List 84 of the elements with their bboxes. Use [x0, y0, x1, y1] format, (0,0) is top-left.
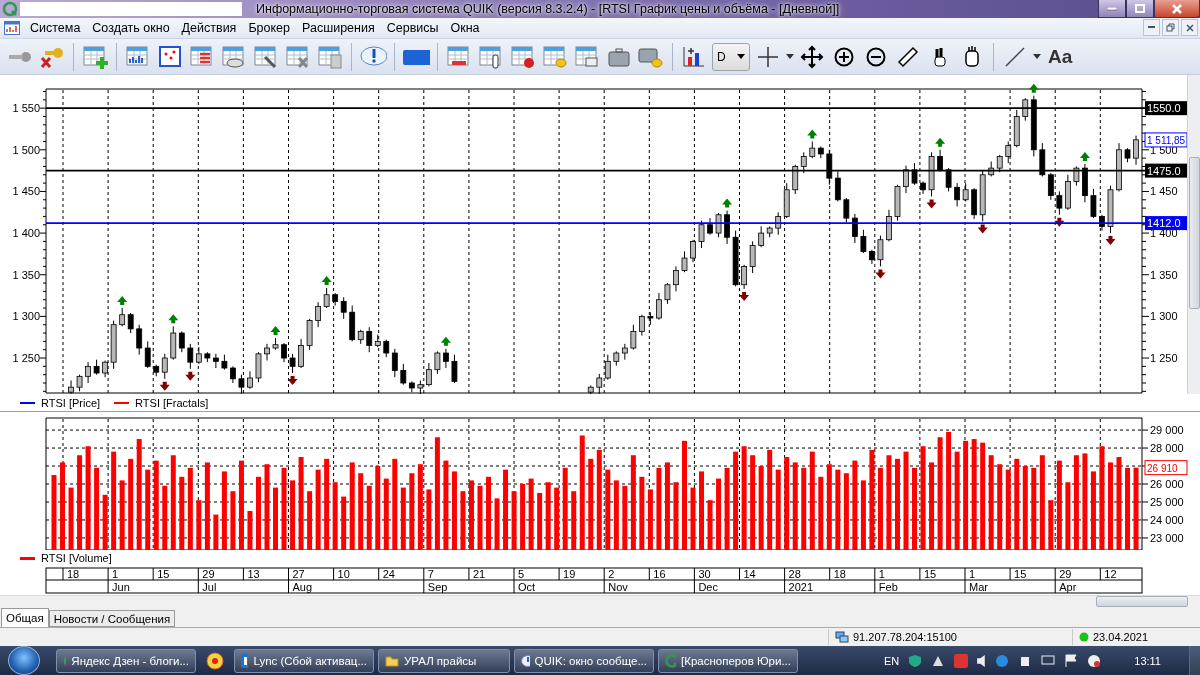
- ref-line-label: 1475.0: [1147, 164, 1181, 177]
- axis-label: 1 400: [12, 227, 40, 240]
- price-tag: 1 511,85: [1144, 132, 1187, 148]
- axis-label: 1 450: [1150, 185, 1178, 198]
- tab[interactable]: Общая: [1, 608, 49, 628]
- month-label: Oct: [518, 581, 536, 594]
- date-label: 1: [112, 568, 119, 581]
- menu-item[interactable]: Создать окно: [86, 20, 176, 35]
- price-tag: 26 910: [1144, 460, 1188, 476]
- axis-label: 1 250: [1150, 352, 1178, 365]
- month-label: Nov: [608, 581, 628, 594]
- window-title: Информационно-торговая система QUIK (версия 8.3.2.4) - [RTSI График цены и объёма - [Дневной]]: [256, 2, 840, 16]
- ref-line-label: 1550.0: [1147, 102, 1181, 115]
- date-label: 14: [743, 568, 756, 581]
- axis-label: 25 000: [1150, 496, 1184, 509]
- month-label: Jun: [112, 581, 130, 594]
- date-label: 24: [382, 568, 395, 581]
- date-label: 19: [563, 568, 576, 581]
- axis-label: 26 000: [1150, 478, 1184, 491]
- menu-item[interactable]: Система: [24, 20, 87, 35]
- taskbar-item[interactable]: УРАЛ прайсы: [378, 648, 510, 673]
- date-label: 15: [923, 568, 937, 581]
- taskbar-item[interactable]: Lync (Сбой активац...: [234, 648, 374, 673]
- month-label: 2021: [788, 581, 814, 594]
- menu-item[interactable]: Брокер: [242, 20, 296, 35]
- axis-label: 23 000: [1150, 532, 1184, 544]
- level-tag: 1412.0: [1145, 216, 1187, 231]
- axis-label: 1 250: [12, 352, 40, 365]
- connection-status: 91.207.78.204:15100: [828, 629, 1072, 646]
- date-label: 1: [969, 568, 976, 581]
- month-label: Aug: [292, 581, 313, 594]
- interval-dropdown[interactable]: D: [712, 42, 750, 71]
- axis-label: 1 300: [12, 310, 40, 323]
- axis-label: 1 350: [1150, 269, 1178, 281]
- date-label: 16: [653, 568, 666, 581]
- date-label: 15: [157, 568, 170, 581]
- month-label: Dec: [698, 581, 718, 594]
- date-label: 27: [292, 568, 305, 581]
- date-label: 28: [788, 568, 801, 581]
- date-label: 5: [518, 568, 525, 581]
- date-label: 18: [833, 568, 846, 581]
- month-label: Apr: [1059, 581, 1077, 594]
- taskbar-item[interactable]: [Красноперов Юри...: [658, 648, 798, 673]
- taskbar-item[interactable]: Яндекс Дзен - блоги...: [56, 648, 196, 673]
- axis-label: 1 350: [12, 269, 40, 281]
- taskbar-item[interactable]: QUIK: окно сообще...: [514, 648, 654, 673]
- level-tag: 1475.0: [1145, 163, 1187, 178]
- month-label: Feb: [878, 581, 898, 594]
- date-label: 30: [698, 568, 711, 581]
- axis-label: 1 300: [1150, 310, 1178, 323]
- legend-item: RTSI [Fractals]: [114, 396, 209, 409]
- menu-item[interactable]: Сервисы: [380, 20, 445, 35]
- date-label: 18: [67, 568, 80, 581]
- menu-item[interactable]: Расширения: [296, 20, 381, 35]
- axis-label: 1 500: [12, 144, 40, 157]
- month-label: Jul: [202, 581, 217, 594]
- clock: 13:11: [1134, 654, 1161, 667]
- axis-label: 28 000: [1150, 442, 1184, 455]
- date-label: 15: [1014, 568, 1027, 581]
- menu-item[interactable]: Окна: [444, 20, 486, 35]
- date-label: 29: [202, 568, 215, 581]
- legend-item: RTSI [Volume]: [20, 552, 112, 565]
- axis-label: 24 000: [1150, 514, 1184, 526]
- date-label: 2: [608, 568, 615, 581]
- axis-label: 1 450: [12, 185, 40, 198]
- legend-item: RTSI [Price]: [20, 396, 101, 409]
- month-label: Mar: [969, 581, 988, 594]
- tab[interactable]: Новости / Сообщения: [48, 610, 176, 628]
- menu-item[interactable]: Действия: [175, 20, 243, 35]
- language-indicator[interactable]: EN: [884, 654, 900, 667]
- ref-line-label: 1412.0: [1147, 217, 1181, 230]
- date-label: 12: [1104, 568, 1117, 581]
- date-label: 1: [878, 568, 885, 581]
- date-label: 13: [247, 568, 260, 581]
- level-tag: 1550.0: [1145, 101, 1187, 116]
- date-label: 21: [472, 568, 486, 581]
- axis-label: 29 000: [1150, 424, 1184, 437]
- month-label: Sep: [427, 581, 448, 594]
- date-label: 29: [1059, 568, 1072, 581]
- date-status: 23.04.2021: [1072, 629, 1200, 646]
- date-label: 7: [427, 568, 434, 581]
- date-label: 10: [337, 568, 350, 581]
- font-button[interactable]: Aa: [1045, 45, 1076, 68]
- axis-label: 1 550: [12, 102, 40, 115]
